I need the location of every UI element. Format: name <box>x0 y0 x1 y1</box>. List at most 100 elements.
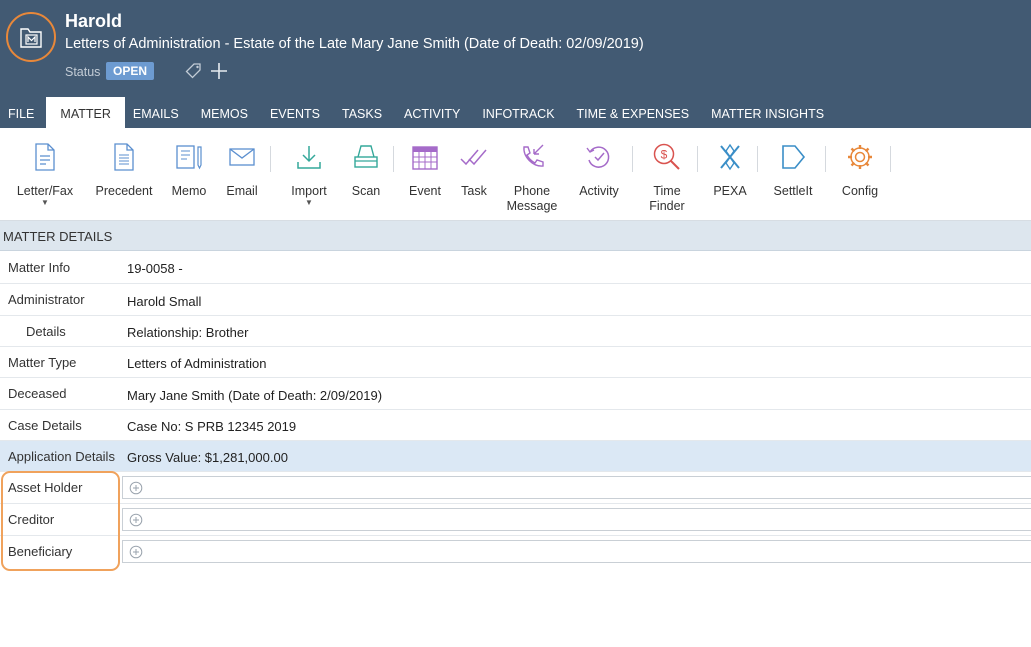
tab-memos[interactable]: MEMOS <box>193 97 262 128</box>
settleit-button[interactable]: SettleIt <box>770 142 816 199</box>
gear-icon <box>838 142 882 172</box>
table-row[interactable]: Deceased Mary Jane Smith (Date of Death:… <box>0 378 1031 410</box>
ribbon-divider <box>890 146 891 172</box>
matter-logo-icon <box>6 12 56 62</box>
pexa-label: PEXA <box>713 184 747 198</box>
scan-button[interactable]: Scan <box>346 142 386 199</box>
time-finder-label-1: Time <box>653 184 681 198</box>
row-value: Mary Jane Smith (Date of Death: 2/09/201… <box>127 388 383 403</box>
tab-infotrack[interactable]: INFOTRACK <box>474 97 568 128</box>
row-value: Case No: S PRB 12345 2019 <box>127 419 297 434</box>
precedent-icon <box>93 142 155 172</box>
ribbon-divider <box>632 146 633 172</box>
row-label: Matter Info <box>8 260 71 275</box>
scan-icon <box>346 142 386 172</box>
phone-message-label-1: Phone <box>513 184 551 198</box>
row-label: Case Details <box>8 418 82 433</box>
tab-file[interactable]: FILE <box>0 97 46 128</box>
import-label: Import <box>291 184 327 198</box>
chevron-down-icon: ▼ <box>41 198 49 207</box>
tab-matter-insights[interactable]: MATTER INSIGHTS <box>703 97 838 128</box>
row-value: Harold Small <box>127 294 202 309</box>
tab-matter[interactable]: MATTER <box>46 97 125 128</box>
config-label: Config <box>841 184 879 198</box>
precedent-label: Precedent <box>95 184 153 198</box>
task-label: Task <box>461 184 487 198</box>
matter-description: Letters of Administration - Estate of th… <box>65 36 644 52</box>
tab-activity[interactable]: ACTIVITY <box>396 97 474 128</box>
table-row[interactable]: Matter Info 19-0058 - <box>0 252 1031 284</box>
status-badge[interactable]: OPEN <box>106 62 155 80</box>
ribbon-divider <box>270 146 271 172</box>
tab-emails[interactable]: EMAILS <box>125 97 193 128</box>
matter-header: Harold Letters of Administration - Estat… <box>0 0 1031 128</box>
tab-tasks[interactable]: TASKS <box>334 97 396 128</box>
config-button[interactable]: Config <box>838 142 882 199</box>
add-circle-icon[interactable] <box>129 481 143 495</box>
status-label: Status <box>65 65 101 79</box>
memo-button[interactable]: Memo <box>170 142 208 199</box>
table-row-selected[interactable]: Application Details Gross Value: $1,281,… <box>0 441 1031 472</box>
email-button[interactable]: Email <box>222 142 262 199</box>
row-value: Relationship: Brother <box>127 325 249 340</box>
email-label: Email <box>226 184 258 198</box>
row-value: Gross Value: $1,281,000.00 <box>127 450 288 465</box>
row-label: Application Details <box>8 449 115 464</box>
tag-icon[interactable] <box>185 62 203 83</box>
table-row: Beneficiary <box>0 536 1031 568</box>
row-value: 19-0058 - <box>127 261 183 276</box>
activity-label: Activity <box>579 184 619 198</box>
row-label: Asset Holder <box>8 480 83 495</box>
add-beneficiary-field[interactable] <box>122 540 1031 563</box>
row-value: Letters of Administration <box>127 356 267 371</box>
task-icon <box>455 142 493 172</box>
letter-icon <box>14 142 76 172</box>
ribbon-divider <box>393 146 394 172</box>
ribbon-divider <box>697 146 698 172</box>
time-finder-button[interactable]: $ Time Finder <box>645 142 689 214</box>
pexa-icon <box>710 142 750 172</box>
phone-icon <box>505 142 559 172</box>
memo-icon <box>170 142 208 172</box>
event-label: Event <box>409 184 441 198</box>
tab-time-expenses[interactable]: TIME & EXPENSES <box>569 97 704 128</box>
email-icon <box>222 142 262 172</box>
scan-label: Scan <box>351 184 381 198</box>
table-row[interactable]: Administrator Harold Small <box>0 284 1031 316</box>
add-circle-icon[interactable] <box>129 545 143 559</box>
phone-message-label-2: Message <box>506 199 558 213</box>
settleit-icon <box>770 142 816 172</box>
row-label: Beneficiary <box>8 544 73 559</box>
table-row[interactable]: Details Relationship: Brother <box>0 316 1031 347</box>
add-creditor-field[interactable] <box>122 508 1031 531</box>
letter-fax-label: Letter/Fax <box>16 184 74 198</box>
import-icon <box>285 142 333 172</box>
tab-events[interactable]: EVENTS <box>262 97 334 128</box>
row-label: Creditor <box>8 512 55 527</box>
phone-message-button[interactable]: Phone Message <box>505 142 559 214</box>
matter-client-name: Harold <box>65 11 123 31</box>
svg-text:$: $ <box>661 148 668 162</box>
letter-fax-button[interactable]: Letter/Fax ▼ <box>14 142 76 207</box>
row-label: Administrator <box>8 292 85 307</box>
table-row: Creditor <box>0 504 1031 536</box>
table-row[interactable]: Matter Type Letters of Administration <box>0 347 1031 378</box>
row-label: Deceased <box>8 386 67 401</box>
row-label: Matter Type <box>8 355 77 370</box>
task-button[interactable]: Task <box>455 142 493 199</box>
activity-icon <box>575 142 623 172</box>
table-row[interactable]: Case Details Case No: S PRB 12345 2019 <box>0 410 1031 441</box>
add-circle-icon[interactable] <box>129 513 143 527</box>
activity-button[interactable]: Activity <box>575 142 623 199</box>
memo-label: Memo <box>171 184 207 198</box>
matter-details-heading: MATTER DETAILS <box>0 221 1031 251</box>
add-tag-icon[interactable] <box>209 61 229 84</box>
precedent-button[interactable]: Precedent <box>93 142 155 199</box>
table-row: Asset Holder <box>0 472 1031 504</box>
ribbon-divider <box>825 146 826 172</box>
pexa-button[interactable]: PEXA <box>710 142 750 199</box>
add-asset-holder-field[interactable] <box>122 476 1031 499</box>
time-finder-label-2: Finder <box>649 199 685 213</box>
import-button[interactable]: Import ▼ <box>285 142 333 207</box>
event-button[interactable]: Event <box>405 142 445 199</box>
